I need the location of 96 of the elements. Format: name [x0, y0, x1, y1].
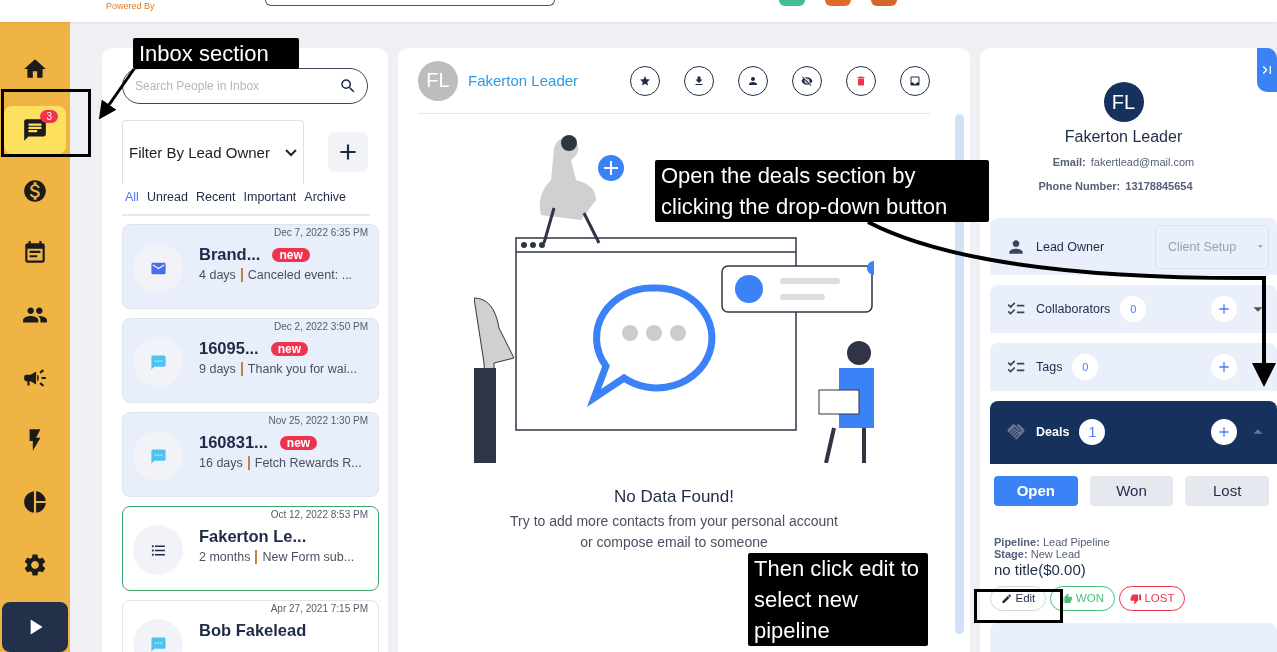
empty-message: Try to add more contacts from your personal account or compose email to someone: [509, 512, 839, 552]
deal-tab[interactable]: Lost: [1185, 475, 1269, 506]
conversation-card[interactable]: Dec 7, 2022 6:35 PM Brand... new 4 days Canceled event: ...: [122, 224, 379, 309]
person-icon: [747, 74, 759, 87]
contact-name: Fakerton Leader: [1064, 128, 1183, 146]
chat-icon: [22, 117, 48, 143]
phone-label: Phone Number:: [1038, 180, 1121, 192]
pencil-icon: [1001, 592, 1013, 605]
download-icon: [693, 74, 705, 87]
contact-name: Brand...: [199, 245, 261, 264]
action-button[interactable]: [630, 65, 660, 96]
contact-name: 16095...: [199, 339, 259, 358]
filter-tab[interactable]: All: [125, 190, 139, 204]
thumbs-down-icon: [1129, 592, 1142, 605]
inbox-icon: [909, 74, 921, 87]
count-badge: 0: [1120, 296, 1147, 323]
chevron-icon: [285, 148, 297, 157]
conversation-card[interactable]: Dec 2, 2022 3:50 PM 16095... new 9 days Thank you for wai...: [122, 318, 379, 403]
callout-text: Inbox section: [133, 38, 299, 69]
section-header[interactable]: Collaborators 0: [990, 285, 1277, 333]
conversation-card[interactable]: Nov 25, 2022 1:30 PM 160831... new 16 days Fetch Rewards R...: [122, 412, 379, 497]
action-button[interactable]: [900, 65, 930, 96]
conversation-card[interactable]: Apr 27, 2021 7:15 PM Bob Fakelead: [122, 600, 379, 652]
preview-text: New Form sub...: [262, 550, 355, 564]
avatar: FL: [1103, 82, 1144, 122]
action-button[interactable]: [738, 65, 768, 96]
stage-text: Stage: New Lead: [994, 547, 1081, 560]
dollar-icon: [22, 177, 48, 204]
contact-name: Fakerton Leader: [468, 72, 580, 89]
action-button[interactable]: [792, 65, 822, 96]
filter-tab[interactable]: Archive: [304, 190, 346, 204]
count-badge: 3: [40, 110, 58, 124]
new-tag: new: [272, 247, 310, 262]
date-text: Apr 27, 2021 7:15 PM: [270, 603, 368, 616]
section-header[interactable]: Tags 0: [990, 343, 1277, 391]
chat-bubble-icon: [149, 635, 167, 652]
section-label: Deals: [1036, 425, 1070, 440]
contact-name: 160831...: [199, 433, 268, 452]
status-icon[interactable]: [825, 0, 851, 6]
deal-tab[interactable]: Won: [1089, 475, 1174, 506]
collapse-button[interactable]: [1257, 48, 1277, 92]
avatar: FL: [418, 60, 458, 101]
email-label: Email:: [1052, 156, 1086, 168]
eye-slash-icon: [801, 74, 813, 87]
email-text: fakertlead@mail.com: [1090, 156, 1195, 168]
callout-text: Then click edit to select new pipeline: [748, 553, 928, 646]
search-field[interactable]: Search People in Inbox: [122, 68, 368, 104]
date-text: Dec 7, 2022 6:35 PM: [274, 227, 368, 240]
deal-title: no title($0.00): [994, 560, 1087, 580]
date-text: Dec 2, 2022 3:50 PM: [274, 321, 368, 334]
chat-bubble-icon: [149, 447, 167, 465]
lost-button[interactable]: LOST: [1118, 585, 1186, 611]
trash-icon: [855, 74, 867, 87]
callout-text: Open the deals section by clicking the drop-down button: [655, 160, 989, 222]
section-label: Tags: [1036, 359, 1063, 374]
contact-name: Bob Fakelead: [199, 621, 307, 640]
phone-text: 13178845654: [1125, 180, 1193, 192]
filter-tab[interactable]: Important: [243, 190, 297, 204]
pie-icon: [22, 489, 48, 516]
deal-tab[interactable]: Open: [994, 475, 1078, 506]
add-button[interactable]: [1211, 419, 1237, 446]
filter-dropdown[interactable]: Filter By Lead Owner: [122, 120, 304, 184]
chat-bubble-icon: [149, 353, 167, 371]
section-label: Lead Owner: [1036, 239, 1106, 254]
preview-text: Canceled event: ...: [247, 268, 353, 282]
action-button[interactable]: [846, 65, 876, 96]
conversation-card[interactable]: Oct 12, 2022 8:53 PM Fakerton Le... 2 months New Form sub...: [122, 506, 379, 591]
status-icon[interactable]: [871, 0, 897, 6]
count-badge: 1: [1079, 419, 1106, 446]
age-text: 4 days: [199, 268, 236, 282]
date-text: Nov 25, 2022 1:30 PM: [268, 415, 368, 428]
deals-header[interactable]: Deals 1: [990, 400, 1277, 464]
search-icon: [339, 77, 357, 95]
star-icon: [639, 74, 651, 87]
pipeline-text: Pipeline: Lead Pipeline: [994, 535, 1111, 548]
new-tag: new: [270, 341, 308, 356]
sidebar-item[interactable]: 3: [4, 106, 66, 154]
arrow: [98, 68, 136, 120]
preview-text: Fetch Rewards R...: [254, 456, 362, 470]
age-text: 2 months: [199, 550, 251, 564]
sidebar-item[interactable]: [2, 601, 68, 652]
age-text: 9 days: [199, 362, 236, 376]
add-button[interactable]: [328, 132, 368, 172]
empty-title: No Data Found!: [614, 487, 734, 507]
date-text: Oct 12, 2022 8:53 PM: [270, 509, 368, 522]
thumbs-up-icon: [1061, 592, 1073, 605]
filter-tab[interactable]: Unread: [146, 190, 188, 204]
contact-name: Fakerton Le...: [199, 527, 307, 546]
preview-text: Thank you for wai...: [247, 362, 357, 376]
new-tag: new: [279, 435, 318, 450]
filter-tab[interactable]: Recent: [195, 190, 236, 204]
age-text: 16 days: [199, 456, 243, 470]
section-label: Collaborators: [1036, 302, 1111, 317]
powered-by-text: Powered By: [106, 1, 155, 11]
count-badge: 0: [1072, 353, 1099, 380]
action-button[interactable]: [684, 65, 714, 96]
